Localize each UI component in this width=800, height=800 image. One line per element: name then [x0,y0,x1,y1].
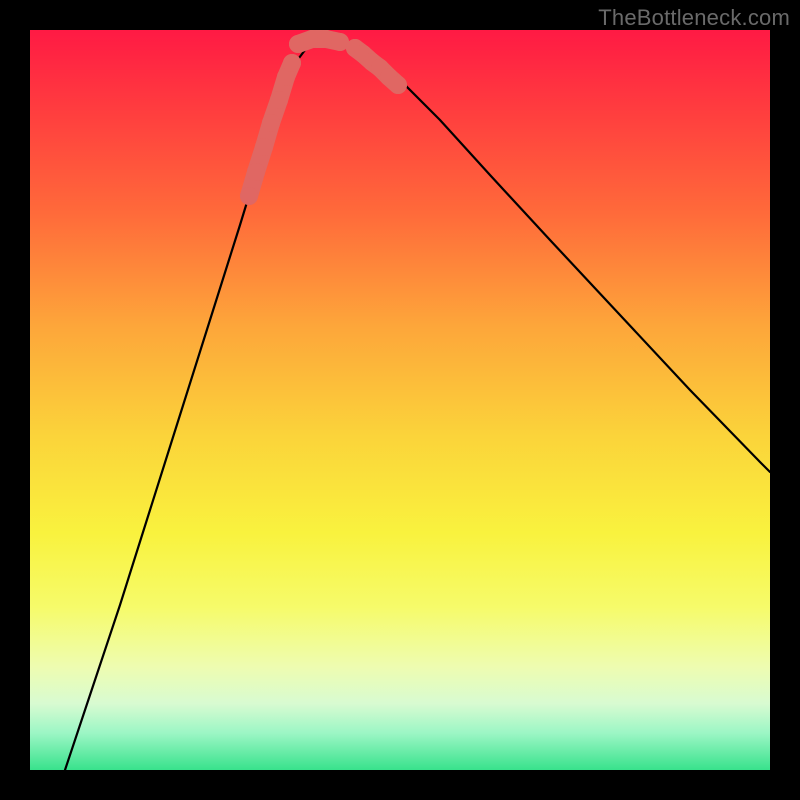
marker-dot [247,163,265,181]
marker-dot [240,187,258,205]
chart-frame: TheBottleneck.com [0,0,800,800]
marker-dot [262,114,280,132]
watermark-text: TheBottleneck.com [598,5,790,31]
marker-dot [389,76,407,94]
chart-svg [30,30,770,770]
plot-area [30,30,770,770]
bottleneck-curve [65,40,770,770]
optimal-range-markers [240,30,407,205]
marker-dot [283,54,301,72]
curve-path [65,40,770,770]
marker-dot [270,91,288,109]
marker-dot [255,138,273,156]
